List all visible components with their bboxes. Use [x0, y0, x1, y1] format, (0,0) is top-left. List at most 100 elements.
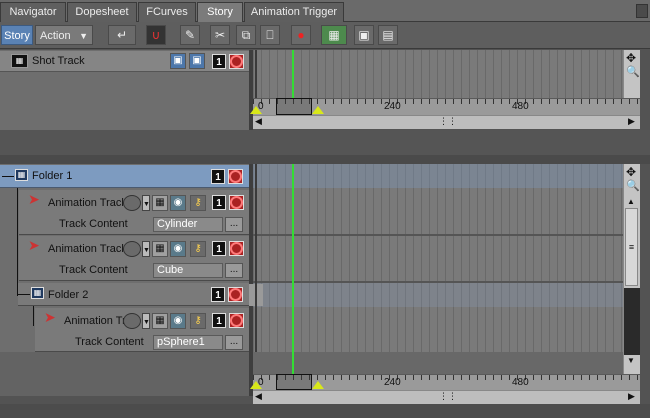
frame-all-icon[interactable]: ▦ [321, 25, 347, 45]
zoom-icon[interactable]: 🔍 [626, 65, 640, 78]
end-marker-icon[interactable] [312, 381, 324, 389]
tick-label: 240 [384, 377, 401, 388]
solo-button[interactable]: 1 [212, 241, 226, 256]
mute-icon[interactable] [229, 195, 244, 210]
track-vertical-scrollbar[interactable]: ✥ 🔍 ▲ ≡ ▼ [623, 164, 640, 377]
tab-fcurves[interactable]: FCurves [138, 2, 196, 22]
chevron-down-icon[interactable]: ▼ [142, 313, 150, 329]
mute-icon[interactable] [229, 241, 244, 256]
shot-horizontal-scrollbar[interactable]: ◀ ⋮⋮ ▶ [253, 115, 640, 129]
zoom-icon[interactable]: 🔍 [626, 179, 640, 192]
mute-icon[interactable] [229, 313, 244, 328]
end-marker-icon[interactable] [312, 106, 324, 114]
track-label: Animation Track [48, 243, 127, 255]
animation-track-icon: ➤ [44, 309, 56, 325]
folder-label: Folder 1 [32, 170, 73, 182]
pan-icon[interactable]: ✥ [626, 51, 636, 65]
folder-row[interactable]: ▦ Folder 1 1 [0, 165, 249, 188]
ghost-icon[interactable]: ▦ [152, 313, 168, 329]
folder-timeline-band [253, 164, 623, 188]
folder-row[interactable]: ▦ Folder 2 1 [18, 283, 249, 306]
scroll-up-icon[interactable]: ▲ [627, 197, 635, 206]
paste-icon[interactable]: ⎕ [260, 25, 280, 45]
browse-button[interactable]: ... [225, 217, 243, 232]
folder-timeline-band [253, 283, 623, 307]
scroll-thumb[interactable]: ≡ [625, 208, 638, 286]
collapse-icon[interactable] [18, 294, 30, 295]
return-arrow-icon[interactable]: ↵ [108, 25, 136, 45]
solo-button[interactable]: 1 [211, 169, 225, 184]
shot-view-icon[interactable]: ▣ [170, 53, 186, 69]
browse-button[interactable]: ... [225, 263, 243, 278]
record-icon[interactable]: ● [291, 25, 311, 45]
mute-icon[interactable] [229, 54, 244, 69]
shot-nav-panel[interactable]: ✥ 🔍 [623, 50, 640, 98]
track-content-field[interactable]: Cylinder [153, 217, 223, 232]
action-mode-dropdown[interactable]: Action ▼ [35, 25, 93, 45]
scroll-left-icon[interactable]: ◀ [255, 391, 262, 402]
track-row[interactable]: ➤ Animation Track ▼ ▦ ◉ ⚷ 1 Track Conten… [19, 190, 249, 235]
shot-track-header[interactable]: ▦ Shot Track ▣ ▣ 1 [0, 51, 249, 72]
scroll-right-icon[interactable]: ▶ [628, 116, 635, 127]
track-label: Animation Tr [64, 315, 126, 327]
key-icon[interactable]: ⚷ [190, 241, 206, 257]
scroll-left-icon[interactable]: ◀ [255, 116, 262, 127]
solo-button[interactable]: 1 [212, 54, 226, 69]
mute-icon[interactable] [228, 287, 243, 302]
copy-icon[interactable]: ⧉ [236, 25, 256, 45]
razor-icon[interactable]: ✎ [180, 25, 200, 45]
track-color-circle[interactable] [123, 313, 141, 329]
time-span-handle[interactable] [276, 98, 312, 115]
scroll-track-dark[interactable] [624, 288, 640, 355]
chevron-down-icon[interactable]: ▼ [142, 241, 150, 257]
shot-timeline-area[interactable] [253, 50, 623, 98]
eye-icon[interactable]: ◉ [170, 195, 186, 211]
start-marker-icon[interactable] [250, 381, 262, 389]
solo-button[interactable]: 1 [212, 195, 226, 210]
tab-dopesheet[interactable]: Dopesheet [67, 2, 137, 22]
view-icon[interactable]: ▣ [354, 25, 374, 45]
time-span-handle[interactable] [276, 374, 312, 390]
scroll-down-icon[interactable]: ▼ [627, 356, 635, 365]
scroll-grip-icon[interactable]: ⋮⋮ [439, 391, 457, 402]
scroll-grip-icon[interactable]: ⋮⋮ [439, 116, 457, 127]
track-content-field[interactable]: Cube [153, 263, 223, 278]
track-label: Animation Track [48, 197, 127, 209]
track-row[interactable]: ➤ Animation Tr ▼ ▦ ◉ ⚷ 1 Track Content p… [35, 308, 249, 352]
tab-story[interactable]: Story [197, 2, 243, 23]
track-divider [253, 234, 623, 236]
mute-icon[interactable] [228, 169, 243, 184]
track-color-circle[interactable] [123, 241, 141, 257]
track-timeline-area[interactable] [253, 164, 623, 352]
folder-label: Folder 2 [48, 289, 89, 301]
tab-animation-trigger[interactable]: Animation Trigger [244, 2, 344, 22]
eye-icon[interactable]: ◉ [170, 313, 186, 329]
magnet-icon[interactable]: ∪ [146, 25, 166, 45]
track-horizontal-scrollbar[interactable]: ◀ ⋮⋮ ▶ [253, 390, 640, 404]
key-icon[interactable]: ⚷ [190, 195, 206, 211]
shot-camera-icon[interactable]: ▣ [189, 53, 205, 69]
chevron-down-icon[interactable]: ▼ [142, 195, 150, 211]
pan-icon[interactable]: ✥ [626, 165, 636, 179]
story-mode-button[interactable]: Story [1, 25, 33, 45]
track-content-label: Track Content [75, 336, 144, 348]
splitter-bar[interactable] [0, 155, 650, 164]
track-row[interactable]: ➤ Animation Track ▼ ▦ ◉ ⚷ 1 Track Conten… [19, 236, 249, 281]
solo-button[interactable]: 1 [212, 313, 226, 328]
track-color-circle[interactable] [123, 195, 141, 211]
start-marker-icon[interactable] [250, 106, 262, 114]
key-icon[interactable]: ⚷ [190, 313, 206, 329]
browse-button[interactable]: ... [225, 335, 243, 350]
ghost-icon[interactable]: ▦ [152, 241, 168, 257]
scroll-right-icon[interactable]: ▶ [628, 391, 635, 402]
monitor-icon[interactable]: ▤ [378, 25, 398, 45]
eye-icon[interactable]: ◉ [170, 241, 186, 257]
tab-navigator[interactable]: Navigator [0, 2, 66, 22]
tab-scroll-arrow[interactable] [636, 4, 648, 18]
ghost-icon[interactable]: ▦ [152, 195, 168, 211]
solo-button[interactable]: 1 [211, 287, 225, 302]
cut-icon[interactable]: ✂ [210, 25, 230, 45]
collapse-icon[interactable] [2, 176, 14, 177]
track-content-field[interactable]: pSphere1 [153, 335, 223, 350]
playhead-line[interactable] [292, 164, 294, 388]
